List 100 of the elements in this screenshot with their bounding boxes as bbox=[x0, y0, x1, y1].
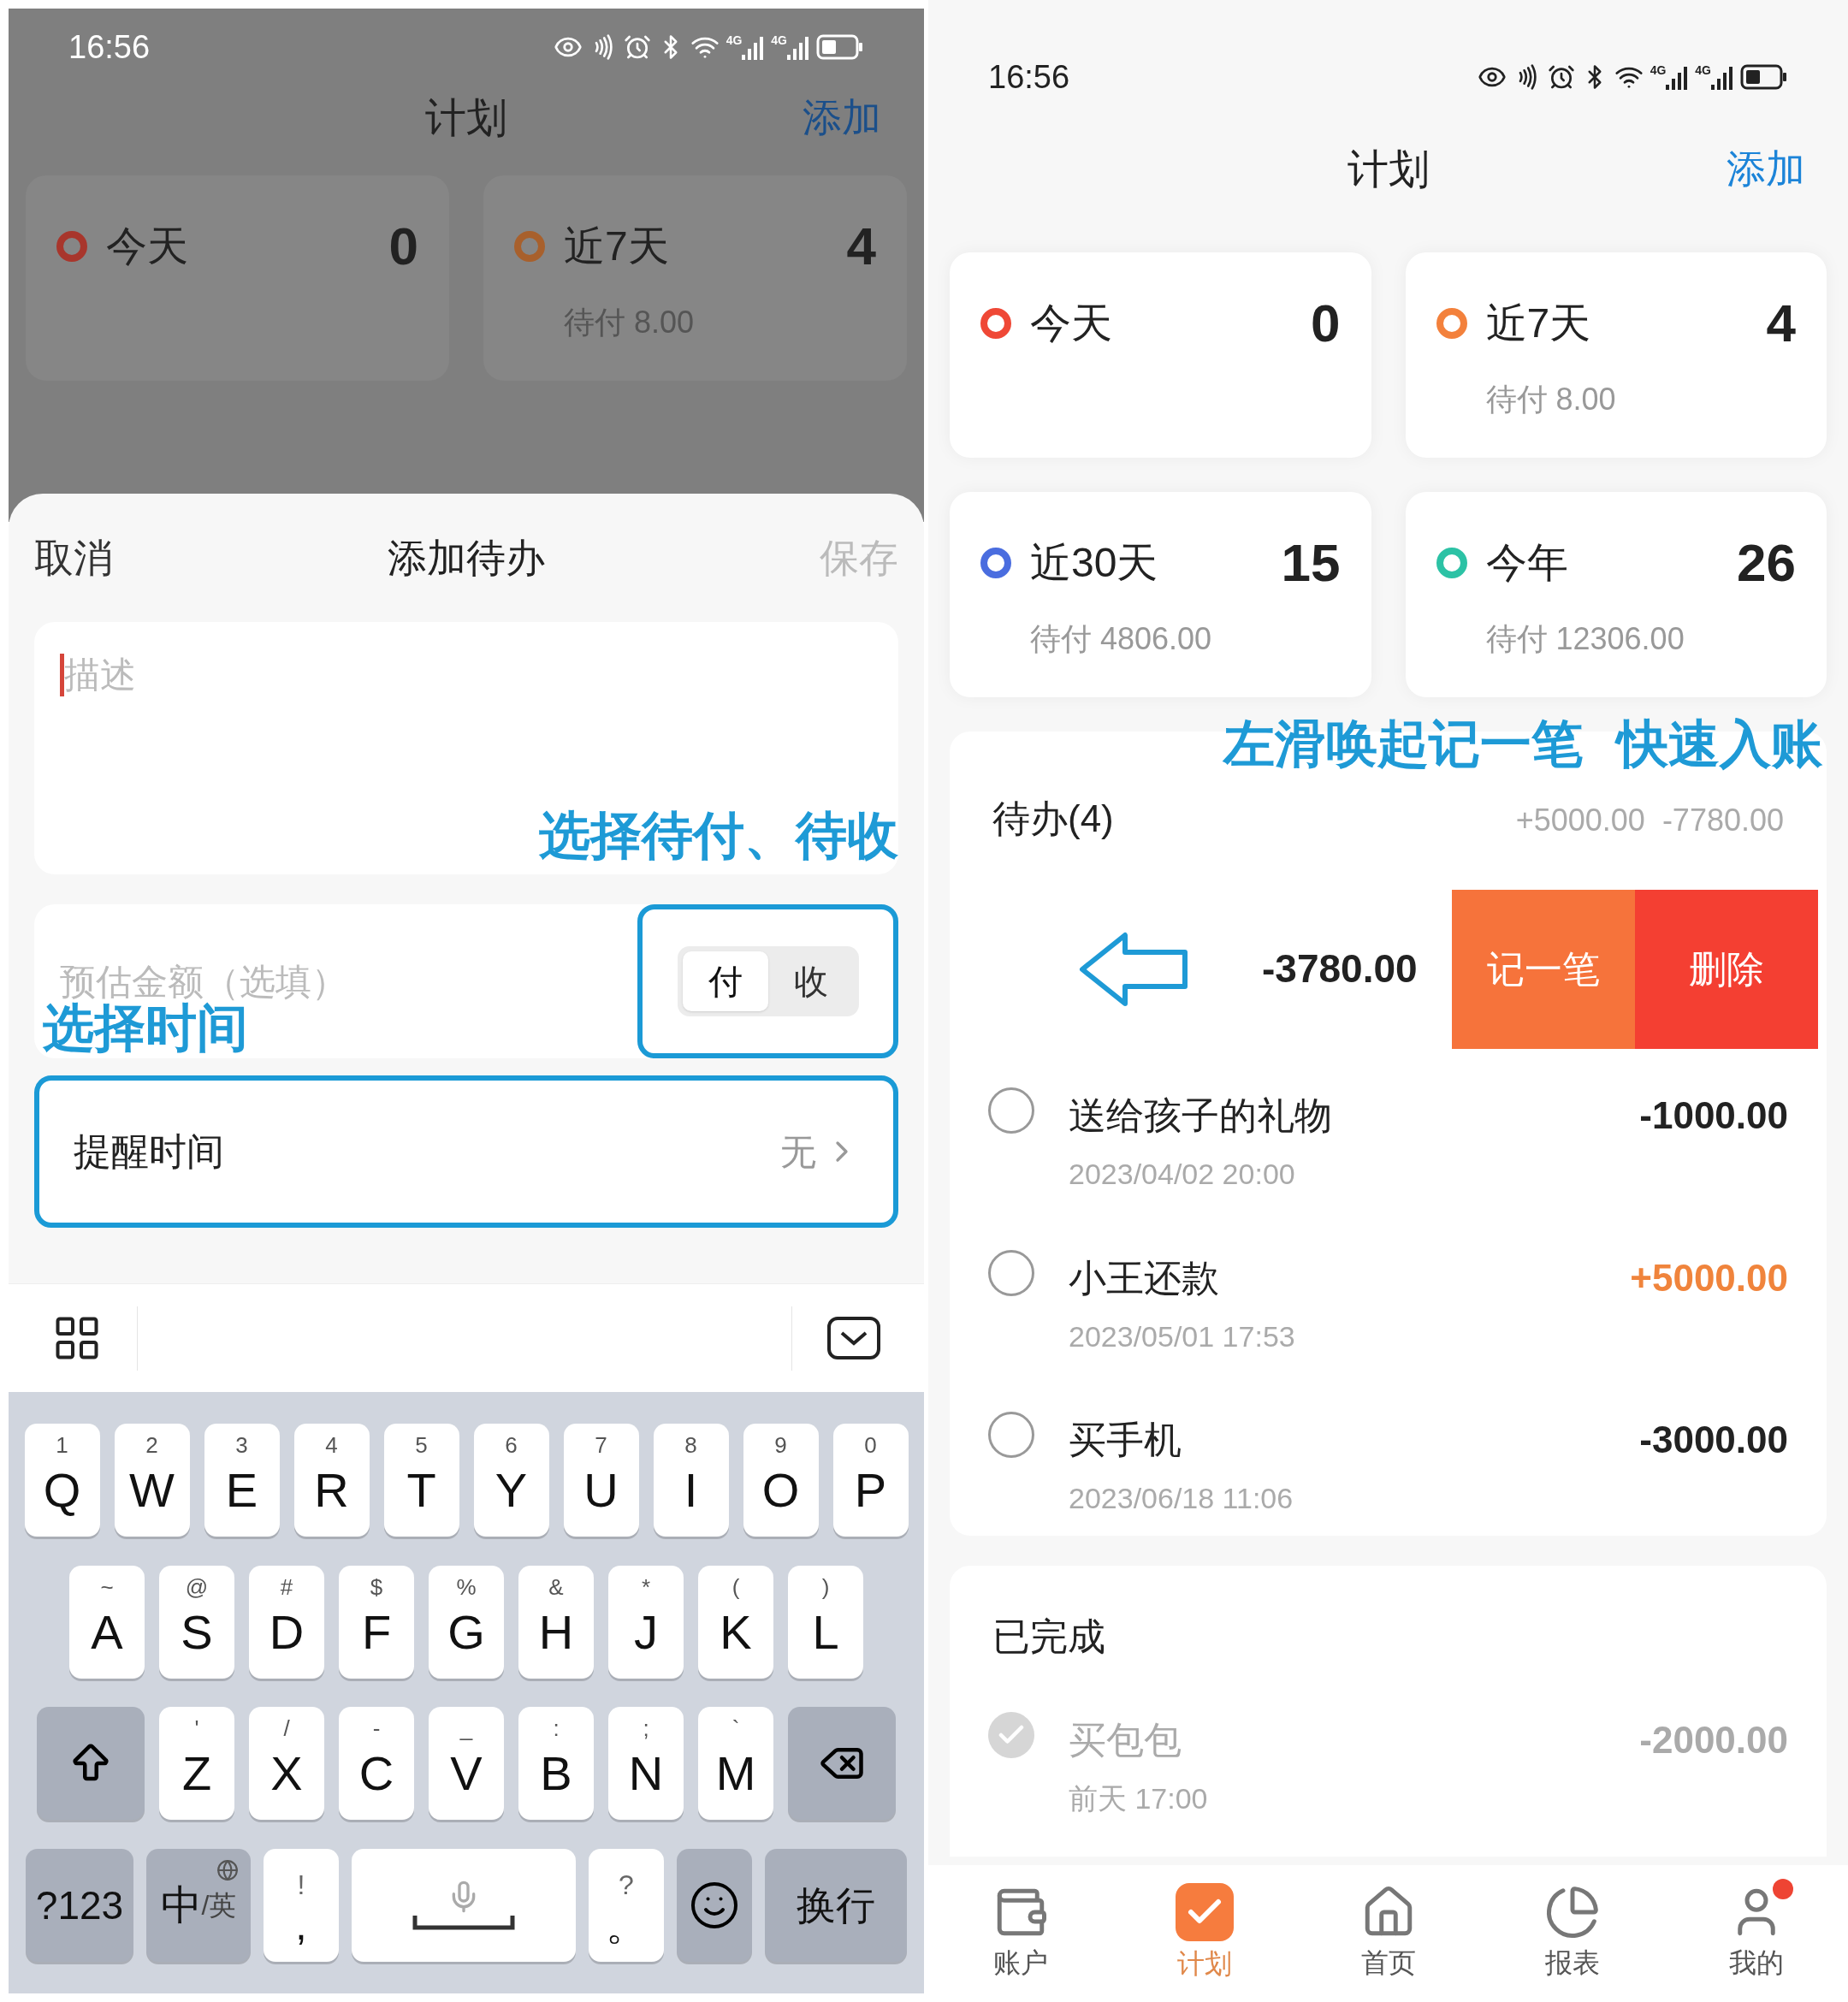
keyboard-key[interactable]: 1 Q bbox=[24, 1423, 100, 1537]
toggle-option[interactable]: 付 bbox=[682, 951, 768, 1011]
stat-count: 0 bbox=[1311, 293, 1341, 354]
stat-subtitle: 待付 8.00 bbox=[1484, 381, 1617, 418]
stat-label: 近7天 bbox=[1485, 299, 1591, 347]
stat-card[interactable]: 今天 0 bbox=[26, 175, 449, 381]
shift-key[interactable] bbox=[37, 1707, 145, 1821]
status-time: 16:56 bbox=[988, 57, 1070, 97]
alarm-icon bbox=[623, 33, 651, 61]
stat-card[interactable]: 今天 0 bbox=[950, 252, 1371, 458]
todo-amount: -1000.00 bbox=[1639, 1093, 1788, 1138]
stat-count: 4 bbox=[846, 216, 876, 277]
keyboard-key[interactable]: % G bbox=[429, 1565, 504, 1679]
reminder-row[interactable]: 提醒时间 无 bbox=[34, 1075, 898, 1228]
keyboard-key[interactable]: ( K bbox=[698, 1565, 773, 1679]
amount-text: -3780.00 bbox=[1262, 945, 1418, 993]
todo-title: 买手机 bbox=[1069, 1418, 1182, 1463]
keyboard-key[interactable]: 9 O bbox=[743, 1423, 819, 1537]
todo-title: 买包包 bbox=[1069, 1718, 1182, 1762]
keyboard-key[interactable]: @ S bbox=[159, 1565, 234, 1679]
todo-amount: -2000.00 bbox=[1639, 1718, 1788, 1762]
battery-icon bbox=[816, 34, 864, 60]
keyboard-key[interactable]: 5 T bbox=[383, 1423, 459, 1537]
stat-count: 15 bbox=[1281, 532, 1341, 594]
emoji-key[interactable] bbox=[677, 1849, 752, 1963]
nav-tab[interactable]: 首页 bbox=[1328, 1884, 1448, 1983]
stat-label: 今年 bbox=[1485, 538, 1568, 587]
keyboard-key[interactable]: $ F bbox=[339, 1565, 414, 1679]
keyboard-key[interactable]: 2 W bbox=[114, 1423, 190, 1537]
network-label: 4G bbox=[1650, 64, 1667, 76]
nav-tab[interactable]: 报表 bbox=[1512, 1884, 1632, 1983]
type-toggle[interactable]: 付 收 bbox=[677, 946, 859, 1016]
income-total: +5000.00 bbox=[1515, 801, 1645, 839]
todo-title: 送给孩子的礼物 bbox=[1069, 1093, 1332, 1138]
stat-label: 今天 bbox=[106, 222, 188, 270]
battery-icon bbox=[1740, 64, 1788, 90]
keyboard-key[interactable]: & H bbox=[518, 1565, 594, 1679]
keyboard-key[interactable]: 6 Y bbox=[473, 1423, 549, 1537]
keyboard-key[interactable]: 0 P bbox=[832, 1423, 909, 1537]
keyboard-key[interactable]: ' Z bbox=[159, 1707, 234, 1821]
annotation-text: 选择待付、待收 bbox=[539, 806, 898, 866]
stat-count: 0 bbox=[388, 216, 418, 277]
keyboard-key[interactable]: _ V bbox=[429, 1707, 504, 1821]
function-key[interactable]: 换行 bbox=[765, 1849, 907, 1963]
punctuation-key[interactable]: ! , bbox=[264, 1849, 339, 1963]
stat-subtitle: 待付 12306.00 bbox=[1484, 620, 1685, 658]
punctuation-key[interactable]: ? 。 bbox=[589, 1849, 664, 1963]
stat-label: 近7天 bbox=[564, 222, 669, 270]
space-key[interactable] bbox=[352, 1849, 576, 1963]
annotation-text: 选择时间 bbox=[43, 999, 248, 1058]
keyboard-key[interactable]: # D bbox=[249, 1565, 324, 1679]
function-key[interactable]: ?123 bbox=[26, 1849, 133, 1963]
section-title: 已完成 bbox=[992, 1614, 1106, 1659]
keyboard-key[interactable]: 7 U bbox=[563, 1423, 639, 1537]
keyboard-key[interactable]: 3 E bbox=[204, 1423, 280, 1537]
toggle-option[interactable]: 收 bbox=[767, 951, 854, 1011]
cancel-button[interactable]: 取消 bbox=[34, 528, 113, 588]
swipe-action-button[interactable]: 删除 bbox=[1635, 889, 1818, 1049]
alarm-icon bbox=[1547, 63, 1575, 91]
stat-card[interactable]: 今年 26 待付 12306.00 bbox=[1405, 492, 1827, 697]
stat-subtitle: 待付 4806.00 bbox=[1029, 620, 1213, 658]
globe-icon bbox=[216, 1859, 239, 1882]
keyboard-key[interactable]: 4 R bbox=[293, 1423, 370, 1537]
keyboard-key[interactable]: ~ A bbox=[69, 1565, 145, 1679]
stat-count: 26 bbox=[1737, 532, 1796, 594]
sheet-title: 添加待办 bbox=[388, 534, 545, 582]
keyboard-key[interactable]: * J bbox=[608, 1565, 684, 1679]
keyboard-key[interactable]: ; N bbox=[608, 1707, 684, 1821]
checkbox-icon bbox=[1175, 1883, 1234, 1941]
todo-amount: -3000.00 bbox=[1639, 1418, 1788, 1463]
keyboard-key[interactable]: 8 I bbox=[653, 1423, 729, 1537]
todo-date: 前天 17:00 bbox=[1069, 1781, 1208, 1816]
description-input[interactable]: 描述 bbox=[64, 648, 663, 702]
stat-card[interactable]: 近7天 4 待付 8.00 bbox=[1405, 252, 1827, 458]
stat-label: 今天 bbox=[1030, 299, 1112, 347]
nav-tab[interactable]: 我的 bbox=[1696, 1884, 1816, 1983]
keyboard-key[interactable]: - C bbox=[339, 1707, 414, 1821]
keyboard-key[interactable]: : B bbox=[518, 1707, 594, 1821]
keyboard-key[interactable]: ` M bbox=[698, 1707, 773, 1821]
status-time: 16:56 bbox=[68, 27, 151, 67]
language-key[interactable]: 中/英 bbox=[146, 1849, 251, 1963]
add-button[interactable]: 添加 bbox=[1727, 139, 1805, 198]
backspace-key[interactable] bbox=[788, 1707, 896, 1821]
keyboard-key[interactable]: / X bbox=[249, 1707, 324, 1821]
page-title: 计划 bbox=[1347, 145, 1430, 193]
annotation-text: 左滑唤起记一笔 bbox=[1223, 714, 1583, 774]
keyboard-hide-icon[interactable] bbox=[826, 1316, 881, 1360]
network-label: 4G bbox=[1695, 64, 1711, 76]
nav-tab[interactable]: 账户 bbox=[960, 1884, 1081, 1983]
stat-card[interactable]: 近30天 15 待付 4806.00 bbox=[950, 492, 1371, 697]
todo-amount: +5000.00 bbox=[1630, 1255, 1788, 1300]
expense-total: -7780.00 bbox=[1661, 801, 1784, 839]
page-title: 计划 bbox=[425, 93, 507, 142]
network-label: 4G bbox=[771, 34, 787, 46]
text-cursor bbox=[60, 653, 64, 696]
keyboard-key[interactable]: ) L bbox=[788, 1565, 863, 1679]
network-label: 4G bbox=[726, 34, 743, 46]
todo-date: 2023/04/02 20:00 bbox=[1069, 1156, 1296, 1192]
todo-date: 2023/05/01 17:53 bbox=[1069, 1318, 1295, 1354]
left-arrow-icon bbox=[1078, 930, 1189, 1008]
